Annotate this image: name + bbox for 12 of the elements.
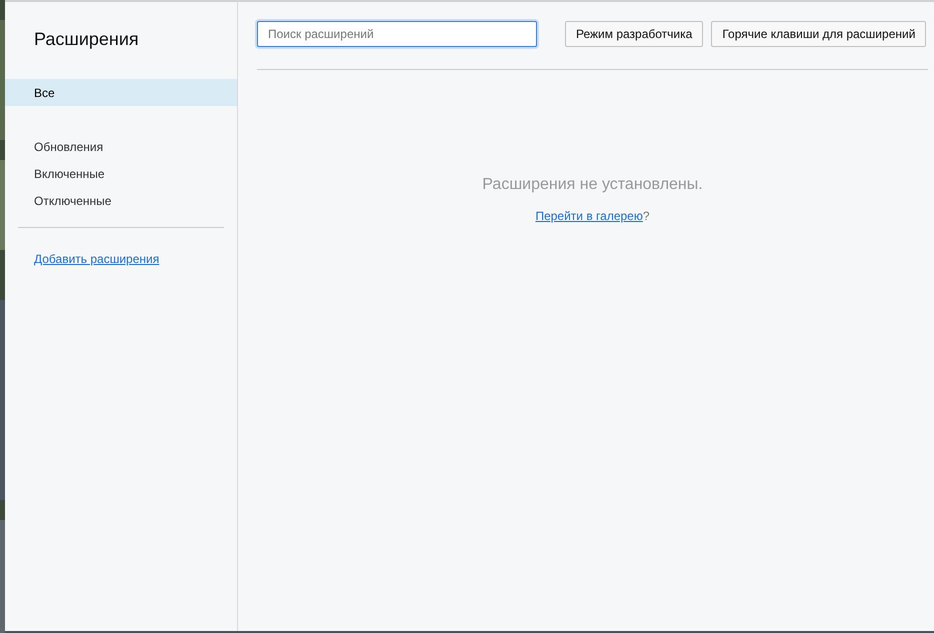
search-field[interactable]: Поиск расширений	[257, 21, 537, 47]
empty-message: Расширения не установлены.	[482, 175, 703, 195]
toolbar-button[interactable]: Режим разработчика	[565, 21, 704, 47]
sidebar-item[interactable]: Отключенные	[5, 187, 237, 214]
gallery-link[interactable]: Перейти в галерею	[535, 207, 643, 225]
sidebar-item[interactable]: Включенные	[5, 160, 237, 187]
add-extensions-link[interactable]: Добавить расширения	[34, 252, 160, 266]
sidebar-title: Расширения	[33, 28, 140, 51]
sidebar-item[interactable]: Обновления	[5, 133, 237, 160]
question-mark: ?	[642, 208, 650, 225]
sidebar-item[interactable]: Все	[5, 79, 237, 106]
toolbar-button[interactable]: Горячие клавиши для расширений	[711, 21, 926, 47]
